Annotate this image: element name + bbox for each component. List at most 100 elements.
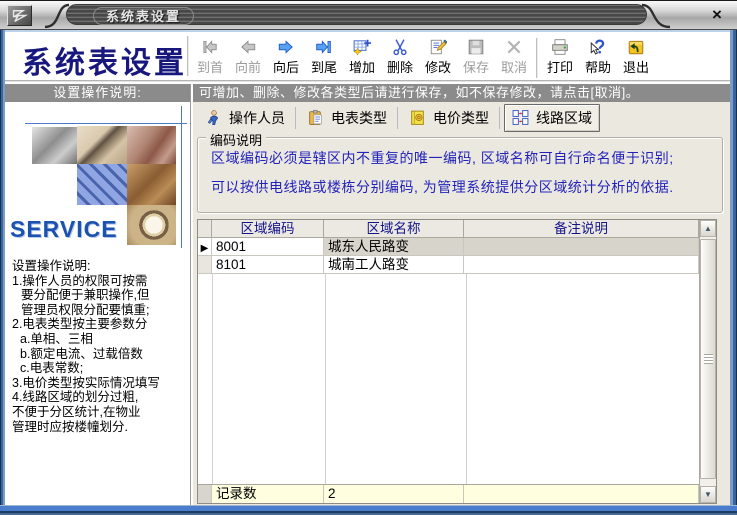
coding-description-groupbox: 编码说明 区域编码必须是辖区内不重复的唯一编码, 区域名称可自行命名便于识别; … — [197, 137, 723, 213]
toolbar-last-button[interactable]: 到尾 — [305, 35, 343, 82]
toolbar-exit-button[interactable]: 退出 — [617, 35, 655, 82]
column-header-region-name[interactable]: 区域名称 — [324, 220, 464, 237]
instruction-line: 不便于分区统计,在物业 — [12, 405, 189, 420]
toolbar-first-button: 到首 — [191, 35, 229, 82]
toolbar-button-label: 打印 — [547, 57, 573, 76]
header-separator — [187, 36, 189, 76]
photo-tools-red — [127, 126, 176, 164]
header-groove — [5, 80, 730, 82]
footer-empty-cell — [464, 485, 699, 503]
printer-icon — [551, 38, 569, 56]
footer-marker-cell — [198, 485, 212, 503]
table-header-row: 区域编码 区域名称 备注说明 — [198, 220, 699, 238]
toolbar-cancel-button: 取消 — [495, 35, 533, 82]
titlebar: 系统表设置 × — [0, 0, 737, 30]
cell-region-name: 城东人民路变 — [324, 238, 464, 255]
window-border-right — [730, 30, 737, 515]
toolbar-button-label: 向前 — [235, 57, 261, 76]
scrollbar-thumb[interactable] — [700, 239, 716, 479]
instruction-line: 4.线路区域的划分过粗, — [12, 390, 189, 405]
tab-separator — [499, 107, 501, 129]
instruction-line: 3.电价类型按实际情况填写 — [12, 376, 189, 391]
instructions-text: 设置操作说明: 1.操作人员的权限可按需 要分配便于兼职操作,但 管理员权限分配… — [5, 254, 190, 434]
grid-column-line — [212, 274, 213, 484]
close-button[interactable]: × — [706, 4, 728, 26]
column-header-note[interactable]: 备注说明 — [464, 220, 699, 237]
grid-column-line — [325, 274, 326, 484]
toolbar-edit-button[interactable]: 修改 — [419, 35, 457, 82]
toolbar-delete-button[interactable]: 删除 — [381, 35, 419, 82]
toolbar-previous-button: 向前 — [229, 35, 267, 82]
table-row[interactable]: 8101 城南工人路变 — [198, 256, 699, 274]
toolbar-separator — [536, 38, 538, 78]
tab-meter-type[interactable]: 电表类型 — [300, 105, 394, 131]
table-empty-area — [198, 274, 699, 484]
tab-operators[interactable]: 操作人员 — [198, 105, 292, 131]
window-title: 系统表设置 — [93, 7, 194, 25]
toolbar-button-label: 增加 — [349, 57, 375, 76]
scrollbar-grip — [704, 354, 713, 364]
notice-bar: 可增加、删除、修改各类型后请进行保存，如不保存修改，请点击[取消]。 — [193, 84, 730, 102]
photo-keyboard — [77, 164, 127, 205]
instruction-line: a.单相、三相 — [12, 332, 189, 347]
photo-pen — [77, 126, 127, 164]
photo-pocket-watch — [127, 205, 176, 245]
instruction-line: 设置操作说明: — [12, 259, 189, 274]
photo-hand — [127, 164, 176, 205]
tab-line-area[interactable]: 线路区域 — [504, 104, 600, 132]
scroll-up-icon[interactable]: ▲ — [700, 220, 716, 237]
titlebar-right-curve — [641, 3, 671, 29]
toolbar-button-label: 保存 — [463, 57, 489, 76]
toolbar: 到首 向前 向后 到尾 — [191, 34, 655, 82]
price-book-icon — [409, 109, 426, 126]
go-previous-icon — [239, 38, 257, 56]
instruction-line: 2.电表类型按主要参数分 — [12, 317, 189, 332]
go-next-icon — [277, 38, 295, 56]
tab-label: 线路区域 — [536, 108, 592, 128]
tab-label: 电价类型 — [433, 108, 489, 128]
instruction-line: 管理时应按楼幢划分. — [12, 420, 189, 435]
window-border-bottom — [0, 505, 737, 515]
toolbar-print-button[interactable]: 打印 — [541, 35, 579, 82]
go-last-icon — [315, 38, 333, 56]
tab-bar: 操作人员 电表类型 电价类型 — [193, 103, 730, 132]
collage-line-vertical — [181, 106, 182, 248]
row-marker-cell: ▶ — [198, 238, 212, 255]
column-header-region-code[interactable]: 区域编码 — [212, 220, 324, 237]
toolbar-save-button: 保存 — [457, 35, 495, 82]
toolbar-button-label: 到尾 — [311, 57, 337, 76]
sidebar-header: 设置操作说明: — [5, 84, 190, 102]
tab-label: 电表类型 — [331, 108, 387, 128]
app-logo-icon[interactable] — [7, 5, 32, 26]
table-scrollbar[interactable]: ▲ ▼ — [699, 220, 716, 503]
cell-note — [464, 238, 699, 255]
toolbar-button-label: 修改 — [425, 57, 451, 76]
toolbar-button-label: 向后 — [273, 57, 299, 76]
header-bar: 系统表设置 到首 向前 向后 — [5, 30, 730, 82]
toolbar-button-label: 取消 — [501, 57, 527, 76]
titlebar-left-curve — [44, 3, 70, 29]
cell-note — [464, 256, 699, 273]
edit-record-icon — [429, 38, 447, 56]
help-cursor-icon — [589, 38, 607, 56]
toolbar-add-button[interactable]: 增加 — [343, 35, 381, 82]
groupbox-line: 区域编码必须是辖区内不重复的唯一编码, 区域名称可自行命名便于识别; — [211, 148, 722, 168]
cancel-x-icon — [505, 38, 523, 56]
go-first-icon — [201, 38, 219, 56]
toolbar-next-button[interactable]: 向后 — [267, 35, 305, 82]
instruction-line: b.额定电流、过载倍数 — [12, 347, 189, 362]
line-area-blocks-icon — [512, 109, 529, 126]
scroll-down-icon[interactable]: ▼ — [700, 486, 716, 503]
scissors-icon — [391, 38, 409, 56]
main-panel: 可增加、删除、修改各类型后请进行保存，如不保存修改，请点击[取消]。 操作人员 — [193, 84, 730, 505]
grid-column-line — [466, 274, 467, 484]
toolbar-button-label: 删除 — [387, 57, 413, 76]
app-window: 系统表设置 × 系统表设置 到首 — [0, 0, 737, 515]
meter-clipboard-icon — [307, 109, 324, 126]
tab-price-type[interactable]: 电价类型 — [402, 105, 496, 131]
instruction-line: 1.操作人员的权限可按需 — [12, 274, 189, 289]
cell-region-code: 8101 — [212, 256, 324, 273]
table-row[interactable]: ▶ 8001 城东人民路变 — [198, 238, 699, 256]
toolbar-button-label: 退出 — [623, 57, 649, 76]
toolbar-help-button[interactable]: 帮助 — [579, 35, 617, 82]
